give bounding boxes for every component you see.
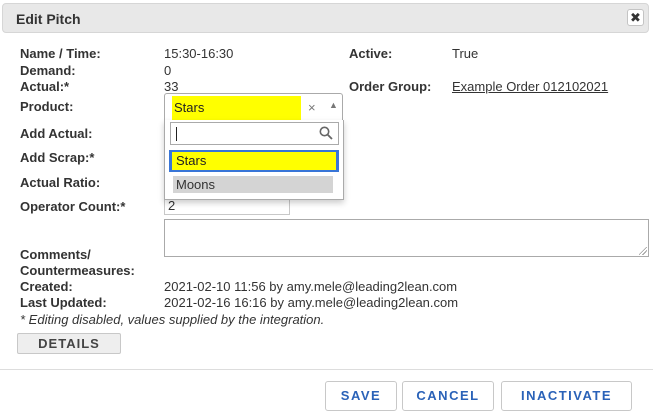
demand-value: 0 xyxy=(164,63,172,78)
active-value: True xyxy=(452,46,479,61)
active-label: Active: xyxy=(349,46,393,61)
inactivate-button[interactable]: INACTIVATE xyxy=(501,381,632,411)
dialog-titlebar: Edit Pitch ✖ xyxy=(2,3,649,33)
order-group-label: Order Group: xyxy=(349,79,432,94)
add-actual-label: Add Actual: xyxy=(20,126,93,141)
product-dropdown: Stars Moons xyxy=(164,120,344,200)
close-icon[interactable]: ✖ xyxy=(627,9,644,26)
comments-label: Comments/ xyxy=(20,247,91,262)
details-button[interactable]: DETAILS xyxy=(17,333,121,354)
product-label: Product: xyxy=(20,99,74,114)
operator-count-label: Operator Count:* xyxy=(20,199,126,214)
text-caret xyxy=(176,127,177,141)
actual-value: 33 xyxy=(164,79,179,94)
last-updated-label: Last Updated: xyxy=(20,295,107,310)
integration-note: * Editing disabled, values supplied by t… xyxy=(20,312,325,327)
demand-label: Demand: xyxy=(20,63,76,78)
product-selected-value: Stars xyxy=(172,96,301,120)
comments-textarea[interactable] xyxy=(164,219,649,257)
add-scrap-label: Add Scrap:* xyxy=(20,150,95,165)
option-label: Stars xyxy=(172,152,336,170)
dialog-title: Edit Pitch xyxy=(16,11,81,27)
name-time-label: Name / Time: xyxy=(20,46,101,61)
created-label: Created: xyxy=(20,279,73,294)
footer-divider xyxy=(0,369,653,370)
cancel-button[interactable]: CANCEL xyxy=(402,381,494,411)
product-search-input[interactable] xyxy=(170,122,339,145)
edit-pitch-dialog: Edit Pitch ✖ Name / Time: Demand: Actual… xyxy=(0,0,653,416)
created-value: 2021-02-10 11:56 by amy.mele@leading2lea… xyxy=(164,279,458,294)
resize-handle-icon[interactable] xyxy=(639,247,647,255)
chevron-up-icon[interactable]: ▲ xyxy=(329,100,338,110)
product-select[interactable]: Stars × ▲ xyxy=(164,93,343,121)
clear-icon[interactable]: × xyxy=(308,100,316,115)
last-updated-value: 2021-02-16 16:16 by amy.mele@leading2lea… xyxy=(164,295,459,310)
product-option-stars[interactable]: Stars xyxy=(169,150,339,172)
product-option-moons[interactable]: Moons xyxy=(173,176,333,193)
save-button[interactable]: SAVE xyxy=(325,381,397,411)
order-group-link[interactable]: Example Order 012102021 xyxy=(452,79,608,94)
actual-ratio-label: Actual Ratio: xyxy=(20,175,101,190)
actual-label: Actual:* xyxy=(20,79,70,94)
search-icon xyxy=(319,126,333,140)
countermeasures-label: Countermeasures: xyxy=(20,263,135,278)
name-time-value: 15:30-16:30 xyxy=(164,46,234,61)
